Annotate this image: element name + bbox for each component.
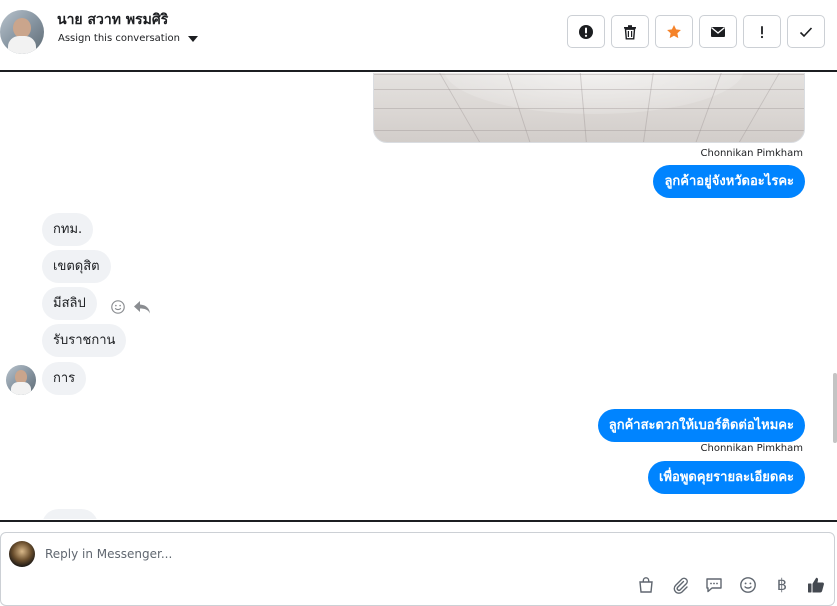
payment-button[interactable]: ฿ bbox=[772, 575, 792, 595]
shopping-bag-icon bbox=[639, 577, 653, 593]
message-hover-tools bbox=[109, 299, 151, 315]
contact-name[interactable]: นาย สวาท พรมศิริ bbox=[57, 9, 168, 31]
like-button[interactable] bbox=[806, 575, 826, 595]
spam-button[interactable] bbox=[567, 15, 605, 48]
saved-reply-icon bbox=[706, 578, 722, 593]
reply-container: ฿ bbox=[0, 532, 835, 606]
paperclip-icon bbox=[673, 577, 688, 594]
message-thread[interactable]: Chonnikan Pimkham ลูกค้าอยู่จังหวัดอะไรค… bbox=[0, 73, 837, 519]
follow-up-button[interactable] bbox=[743, 15, 781, 48]
reply-icon[interactable] bbox=[133, 299, 151, 315]
shopping-bag-button[interactable] bbox=[636, 575, 656, 595]
message-bubble-incoming[interactable]: กทม. bbox=[42, 213, 94, 246]
trash-icon bbox=[624, 24, 636, 39]
message-bubble-outgoing[interactable]: ลูกค้าสะดวกให้เบอร์ติดต่อไหมคะ bbox=[597, 409, 805, 442]
message-bubble-incoming[interactable]: มีสลิป bbox=[42, 287, 97, 320]
star-icon bbox=[667, 24, 681, 38]
thumbs-up-icon bbox=[808, 577, 824, 593]
caret-down-icon bbox=[187, 35, 198, 42]
delete-button[interactable] bbox=[611, 15, 649, 48]
saved-reply-button[interactable] bbox=[704, 575, 724, 595]
sender-name: Chonnikan Pimkham bbox=[700, 443, 803, 454]
message-bubble-incoming[interactable]: รับราชกาน bbox=[42, 324, 127, 357]
assign-conversation-dropdown[interactable]: Assign this conversation bbox=[58, 33, 198, 44]
emoji-button[interactable] bbox=[738, 575, 758, 595]
message-bubble-outgoing[interactable]: ลูกค้าอยู่จังหวัดอะไรคะ bbox=[653, 165, 805, 198]
reply-input[interactable] bbox=[45, 543, 645, 565]
mark-unread-button[interactable] bbox=[699, 15, 737, 48]
conversation-header: นาย สวาท พรมศิริ Assign this conversatio… bbox=[0, 0, 837, 72]
baht-icon: ฿ bbox=[776, 575, 788, 594]
message-bubble-incoming[interactable]: การ bbox=[42, 362, 87, 395]
composer-toolbar: ฿ bbox=[636, 575, 826, 595]
thread-scrollbar[interactable] bbox=[833, 373, 837, 443]
check-icon bbox=[799, 26, 813, 37]
conversation-actions bbox=[567, 15, 825, 48]
assign-label: Assign this conversation bbox=[58, 33, 180, 44]
message-bubble-incoming-partial[interactable] bbox=[42, 509, 98, 519]
message-bubble-incoming[interactable]: เขตดุสิต bbox=[42, 250, 111, 283]
page-avatar bbox=[9, 541, 35, 567]
star-button[interactable] bbox=[655, 15, 693, 48]
attach-button[interactable] bbox=[670, 575, 690, 595]
contact-avatar-small bbox=[6, 365, 36, 395]
emoji-icon bbox=[740, 577, 756, 593]
mark-done-button[interactable] bbox=[787, 15, 825, 48]
envelope-icon bbox=[711, 26, 725, 37]
photo-attachment[interactable] bbox=[373, 73, 805, 143]
reply-composer: ฿ bbox=[0, 520, 837, 606]
contact-avatar[interactable] bbox=[0, 10, 44, 54]
emoji-react-icon[interactable] bbox=[109, 299, 127, 315]
exclamation-icon bbox=[760, 25, 764, 38]
alert-circle-icon bbox=[579, 24, 593, 39]
sender-name: Chonnikan Pimkham bbox=[700, 148, 803, 159]
message-bubble-outgoing[interactable]: เพื่อพูดคุยรายละเอียดคะ bbox=[648, 461, 805, 494]
